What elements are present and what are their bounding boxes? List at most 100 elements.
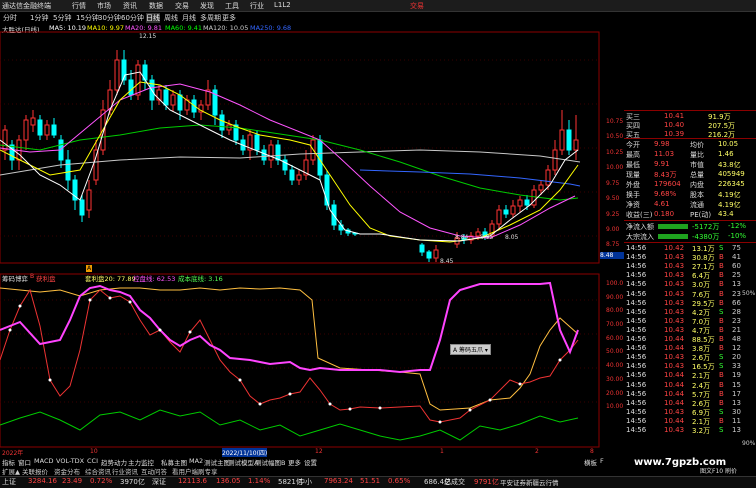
tick-time: 14:56 <box>626 335 647 343</box>
tick-side: B <box>719 253 724 262</box>
price-label-a: 8.84 <box>455 234 469 241</box>
ma5-line <box>0 71 579 242</box>
status-chg: 51.51 <box>360 477 381 485</box>
tick-time: 14:56 <box>626 316 647 325</box>
tick-row: 14:56 10.43 16.5万 S 33 <box>626 362 742 371</box>
indicator-tab[interactable]: 测试模型A <box>228 457 258 467</box>
x-label: 1 <box>440 448 444 455</box>
candle-body <box>573 139 579 151</box>
orientation-tab[interactable]: 横板 <box>584 457 597 467</box>
candle-body <box>114 59 120 91</box>
quote-divider <box>624 242 756 243</box>
extension-tab[interactable]: 行业资讯 <box>112 466 138 476</box>
tick-side: B <box>719 344 724 353</box>
ma10-line <box>0 81 579 243</box>
indicator-tab[interactable]: MA2 <box>189 457 203 465</box>
x-label: 10 <box>90 448 98 455</box>
stat-label: PE(动) <box>690 211 712 219</box>
ask-price: 10.39 <box>664 130 685 138</box>
tick-price: 10.43 <box>664 271 685 280</box>
main-chart-frame <box>0 31 600 264</box>
candle-body <box>538 184 544 191</box>
indicator-tab[interactable]: 设置 <box>304 457 317 467</box>
candle-body <box>44 124 50 136</box>
tick-row: 14:56 10.43 6.4万 B 25 <box>626 271 742 280</box>
indicator-tab[interactable]: 更多 <box>288 457 301 467</box>
stat-label: 最低 <box>626 161 640 169</box>
stat-label: 量比 <box>690 151 704 159</box>
extension-tab[interactable]: 资金分布 <box>54 466 80 476</box>
status-pct: 0.65% <box>388 477 411 485</box>
stat-value: 405949 <box>718 170 745 178</box>
stat-value: 4.19亿 <box>718 201 741 209</box>
extension-tab[interactable]: 看用户端刷专享 <box>172 466 218 476</box>
tick-count: 11 <box>732 416 741 425</box>
tick-row: 14:56 10.43 3.2万 S 13 <box>626 426 742 435</box>
candle-body <box>135 64 141 96</box>
tick-row: 14:56 10.43 30.8万 B 41 <box>626 253 742 262</box>
tick-price: 10.43 <box>664 262 685 271</box>
tick-time: 14:56 <box>626 389 647 398</box>
tick-row: 14:56 10.43 27.1万 B 60 <box>626 262 742 271</box>
stat-label: 股本 <box>690 191 704 199</box>
candle-body <box>419 244 425 253</box>
stat-label: 今开 <box>626 141 640 149</box>
status-idx: 12113.6 <box>178 477 207 485</box>
candle-body <box>426 251 432 259</box>
tick-price: 10.44 <box>664 335 685 343</box>
tick-price: 10.43 <box>664 253 685 262</box>
control-line <box>0 287 579 411</box>
indicator-tab[interactable]: VOL-TDX <box>56 457 84 465</box>
indicator-popup[interactable]: A 筹码五爪 ▾ <box>450 344 491 355</box>
indicator-control: 控盘线: 62.53 <box>133 275 176 283</box>
candle-body <box>559 129 565 151</box>
indicator-tab[interactable]: 测试幅图B <box>255 457 285 467</box>
candle-body <box>275 144 281 161</box>
stat-value: 4.19亿 <box>718 191 741 199</box>
status-chg: 136.05 <box>216 477 241 485</box>
flow-value: -5172万 <box>692 223 720 231</box>
candle-body <box>79 199 85 216</box>
f-tab[interactable]: F <box>600 457 604 465</box>
status-right[interactable]: 图文F10 刷价 <box>700 466 737 475</box>
flow-pct: -10% <box>728 232 747 240</box>
extension-tab[interactable]: 综合资讯 <box>85 466 111 476</box>
candle-body <box>30 117 36 126</box>
cost-floor-line <box>0 409 579 441</box>
status-chg: 23.49 <box>62 477 83 485</box>
stat-value: 1.46 <box>718 150 734 158</box>
candle-body <box>503 209 509 215</box>
tick-count: 48 <box>732 335 741 343</box>
arbitrage-line <box>0 281 579 374</box>
indicator-tab[interactable]: MACD <box>34 457 53 465</box>
indicator-badge-b: B <box>30 273 35 280</box>
tick-count: 60 <box>732 262 741 271</box>
candle-body <box>545 169 551 186</box>
status-name: 中小 <box>298 478 312 486</box>
indicator-cost: 成本底线: 3.16 <box>178 275 223 283</box>
indicator-arbitrage: 套利盘20: 77.89 <box>85 275 136 283</box>
tick-row: 14:56 10.43 4.7万 B 21 <box>626 326 742 335</box>
tick-side: B <box>719 280 724 289</box>
tick-side: S <box>719 426 724 434</box>
flow-bar <box>658 224 688 229</box>
candle-body <box>219 114 225 131</box>
extension-tab[interactable]: 互动问答 <box>141 466 167 476</box>
tick-side: B <box>719 298 724 307</box>
tick-row: 14:56 10.43 7.0万 B 23 <box>626 317 742 326</box>
tick-price: 10.43 <box>664 307 685 316</box>
extension-tab[interactable]: 扩展▲ <box>2 466 20 476</box>
indicator-profit: 获利盘 <box>36 275 56 283</box>
indicator-badge-a: A <box>86 265 93 272</box>
stat-value: 8.43万 <box>654 171 677 179</box>
indicator-tab[interactable]: CCI <box>87 457 98 465</box>
extension-tab[interactable]: 关联报价 <box>22 466 48 476</box>
tick-time: 14:56 <box>626 426 647 434</box>
stat-value: 11.03 <box>654 150 675 158</box>
flow-value: -4380万 <box>692 233 720 241</box>
stat-value: 0.180 <box>654 210 675 218</box>
tick-row: 14:56 10.43 3.0万 B 13 <box>626 280 742 289</box>
tick-time: 14:56 <box>626 416 647 425</box>
tick-side: S <box>719 407 724 416</box>
tick-count: 20 <box>732 353 741 362</box>
